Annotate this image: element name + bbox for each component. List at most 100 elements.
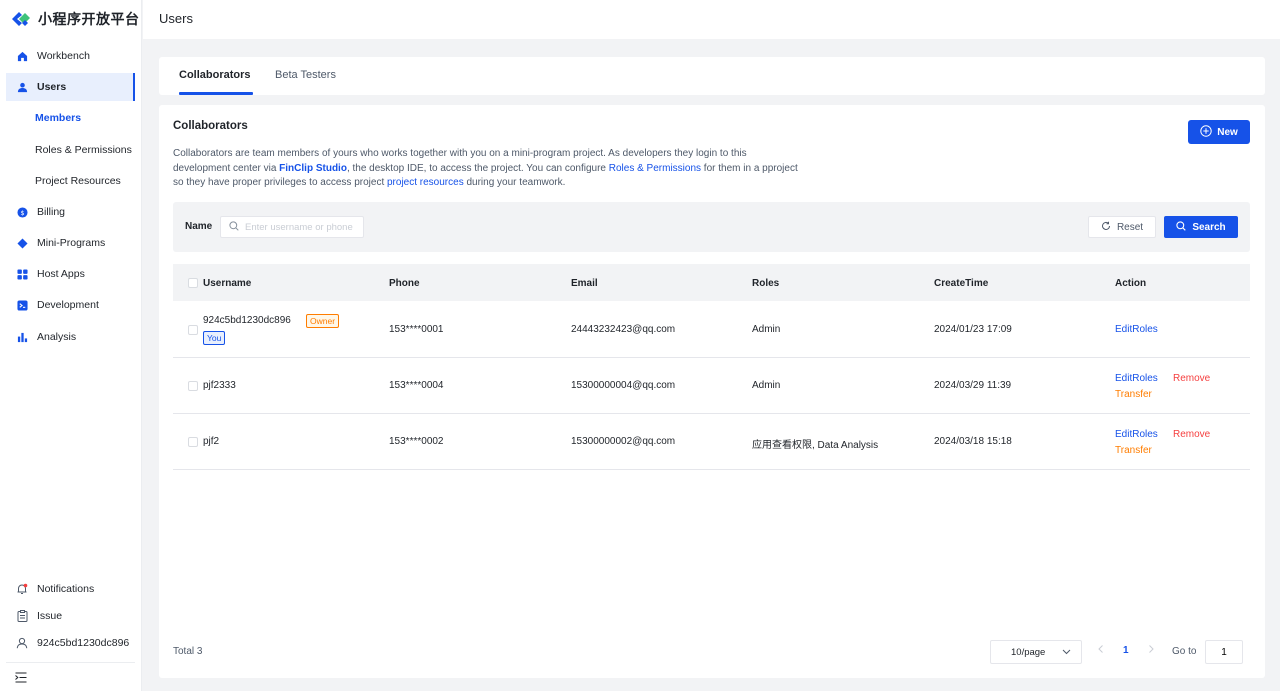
sidebar-item-label: Workbench [37, 50, 90, 62]
prev-page-icon[interactable] [1097, 643, 1105, 657]
edit-roles-link[interactable]: EditRoles [1115, 429, 1158, 440]
svg-text:$: $ [20, 208, 24, 216]
diamond-icon [16, 237, 28, 249]
tab-collaborators[interactable]: Collaborators [179, 69, 251, 81]
bar-chart-icon [16, 331, 28, 343]
createtime-cell: 2024/03/18 15:18 [934, 436, 1012, 447]
sidebar-item-account[interactable]: 924c5bd1230dc896 [6, 629, 135, 657]
sidebar-subitem-roles-permissions[interactable]: Roles & Permissions [35, 144, 132, 156]
remove-link[interactable]: Remove [1173, 373, 1210, 384]
email-cell: 24443232423@qq.com [571, 324, 676, 335]
reset-button[interactable]: Reset [1088, 216, 1156, 238]
sidebar-subitem-members[interactable]: Members [35, 112, 81, 124]
you-badge: You [203, 331, 226, 345]
collaborators-description: Collaborators are team members of yours … [173, 147, 803, 191]
tab-beta-testers[interactable]: Beta Testers [275, 69, 336, 81]
collaborators-card: Collaborators Collaborators are team mem… [159, 105, 1265, 678]
createtime-cell: 2024/01/23 17:09 [934, 324, 1012, 335]
phone-cell: 153****0001 [389, 324, 444, 335]
remove-link[interactable]: Remove [1173, 429, 1210, 440]
phone-cell: 153****0004 [389, 380, 444, 391]
page-title: Users [159, 11, 193, 26]
row-checkbox[interactable] [188, 325, 198, 335]
roles-cell: Admin [752, 380, 781, 391]
sidebar-item-notifications[interactable]: Notifications [6, 575, 135, 603]
username-cell: pjf2 [203, 436, 220, 447]
sidebar-item-host-apps[interactable]: Host Apps [6, 260, 135, 288]
tabs-bar: Collaborators Beta Testers [159, 57, 1265, 95]
new-collaborator-button[interactable]: New [1188, 120, 1250, 144]
edit-roles-link[interactable]: EditRoles [1115, 373, 1158, 384]
section-title: Collaborators [173, 120, 248, 132]
reset-label: Reset [1116, 221, 1144, 233]
desc-text: during your teamwork. [463, 177, 566, 189]
roles-cell: Admin [752, 324, 781, 335]
next-page-icon[interactable] [1147, 643, 1155, 657]
name-search-field[interactable] [220, 216, 364, 238]
billing-icon: $ [16, 206, 28, 218]
sidebar: 小程序开放平台 Workbench Users Members Roles & … [0, 0, 142, 691]
collapse-menu-icon[interactable] [15, 672, 27, 686]
table-header: Username Phone Email Roles CreateTime Ac… [173, 264, 1250, 301]
page-header: Users [143, 0, 1280, 39]
search-button[interactable]: Search [1164, 216, 1238, 238]
sidebar-item-workbench[interactable]: Workbench [6, 42, 135, 70]
search-icon [1176, 220, 1187, 234]
owner-badge: Owner [306, 314, 340, 328]
apps-grid-icon [16, 268, 28, 280]
sidebar-item-label: 924c5bd1230dc896 [37, 637, 130, 649]
sidebar-item-label: Billing [37, 206, 66, 218]
column-header-username: Username [203, 278, 252, 289]
account-icon [16, 637, 28, 649]
page-number-current[interactable]: 1 [1123, 645, 1129, 656]
app-logo[interactable]: 小程序开放平台 [10, 8, 140, 30]
project-resources-link[interactable]: project resources [387, 177, 464, 188]
transfer-link[interactable]: Transfer [1115, 445, 1152, 456]
sidebar-item-label: Development [37, 299, 99, 311]
column-header-createtime: CreateTime [934, 278, 989, 289]
search-input[interactable] [245, 221, 363, 233]
sidebar-item-label: Host Apps [37, 268, 85, 280]
plus-circle-icon [1200, 124, 1212, 140]
edit-roles-link[interactable]: EditRoles [1115, 324, 1158, 335]
app-title: 小程序开放平台 [38, 12, 140, 28]
email-cell: 15300000002@qq.com [571, 436, 676, 447]
phone-cell: 153****0002 [389, 436, 444, 447]
sidebar-item-billing[interactable]: $ Billing [6, 198, 135, 226]
username-cell: 924c5bd1230dc896 [203, 315, 291, 326]
select-all-checkbox[interactable] [188, 278, 198, 288]
transfer-link[interactable]: Transfer [1115, 389, 1152, 400]
column-header-phone: Phone [389, 278, 420, 289]
search-icon [229, 220, 239, 234]
desc-text: , the desktop IDE, to access the project… [346, 162, 609, 174]
sidebar-item-label: Users [37, 81, 67, 93]
column-header-roles: Roles [752, 278, 780, 289]
username-cell: pjf2333 [203, 380, 236, 391]
roles-permissions-link[interactable]: Roles & Permissions [609, 163, 701, 174]
sidebar-item-development[interactable]: Development [6, 291, 135, 319]
sidebar-item-users[interactable]: Users [6, 73, 135, 101]
sidebar-item-analysis[interactable]: Analysis [6, 323, 135, 351]
sidebar-subitem-project-resources[interactable]: Project Resources [35, 175, 121, 187]
sidebar-item-issue[interactable]: Issue [6, 602, 135, 630]
row-checkbox[interactable] [188, 437, 198, 447]
table-row: pjf2333 153****0004 15300000004@qq.com A… [173, 359, 1250, 414]
logo-icon [12, 12, 30, 26]
chevron-down-icon [1062, 647, 1071, 658]
email-cell: 15300000004@qq.com [571, 380, 676, 391]
page-size-select[interactable]: 10/page [990, 640, 1082, 664]
finclip-studio-link[interactable]: FinClip Studio [279, 163, 347, 174]
filter-bar: Name Reset Search [173, 202, 1250, 252]
refresh-icon [1101, 221, 1111, 234]
user-icon [16, 81, 28, 93]
sidebar-item-label: Mini-Programs [37, 237, 106, 249]
goto-label: Go to [1172, 646, 1197, 657]
row-checkbox[interactable] [188, 381, 198, 391]
sidebar-divider [6, 662, 135, 663]
sidebar-item-mini-programs[interactable]: Mini-Programs [6, 229, 135, 257]
sidebar-item-label: Analysis [37, 331, 77, 343]
roles-cell: 应用查看权限, Data Analysis [752, 440, 879, 451]
goto-page-input[interactable] [1205, 640, 1243, 664]
page-size-value: 10/page [1011, 646, 1046, 658]
home-icon [16, 50, 28, 62]
